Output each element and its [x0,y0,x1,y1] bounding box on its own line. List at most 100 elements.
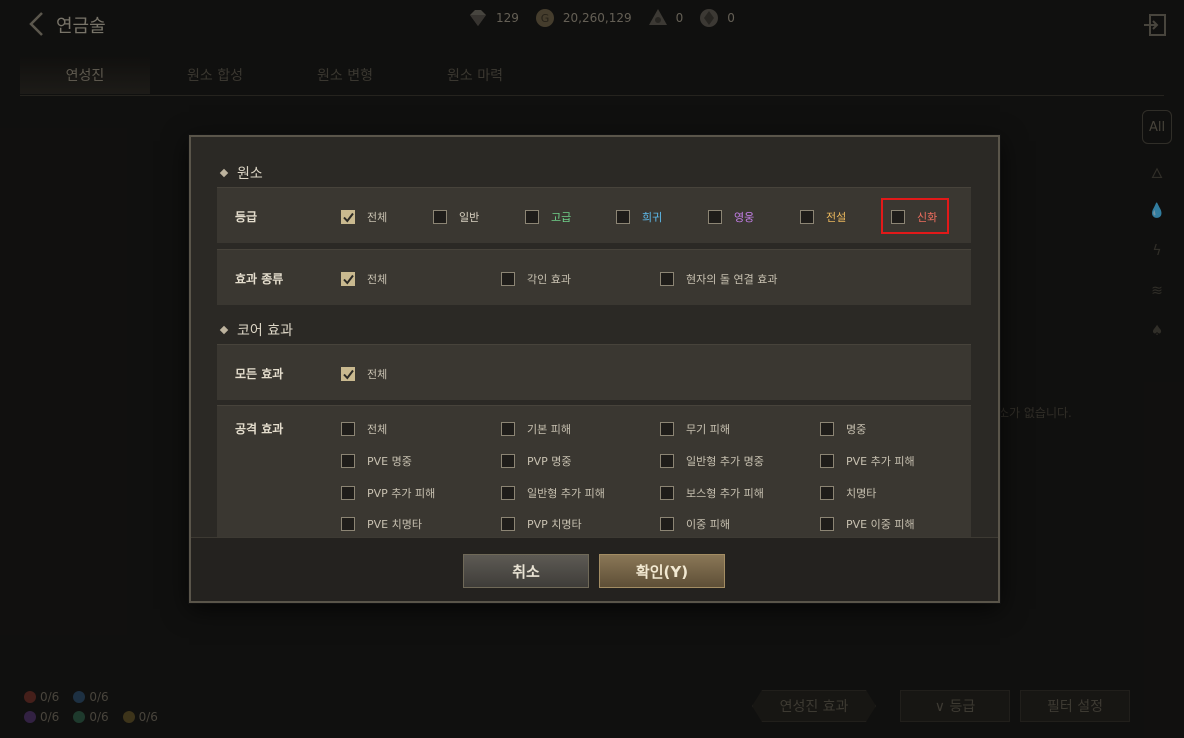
grade-option-all[interactable]: 전체 [341,209,387,225]
check-icon [342,274,354,285]
all-effects-label: 모든 효과 [235,367,284,381]
attack-option[interactable]: PVE 치명타 [341,516,422,532]
attack-option[interactable]: 이중 피해 [660,516,730,532]
attack-option[interactable]: 전체 [341,421,387,437]
effect-type-option-engraving[interactable]: 각인 효과 [501,271,571,287]
checkbox[interactable] [820,454,834,468]
grade-row: 등급 전체 일반 고급 희귀 영웅 전설 신화 [217,187,971,243]
checkbox[interactable] [660,454,674,468]
grade-option-hero[interactable]: 영웅 [708,209,754,225]
option-label: 전체 [367,368,388,381]
option-label: 각인 효과 [527,273,571,286]
option-label: 일반 [459,211,480,224]
checkbox[interactable] [501,486,515,500]
checkbox[interactable] [501,422,515,436]
attack-effects-row: 공격 효과 전체 기본 피해 무기 피해 명중 PVE 명중 PVP 명중 일반… [217,405,971,537]
option-label: 전체 [367,273,388,286]
checkbox[interactable] [501,272,515,286]
attack-option[interactable]: PVP 추가 피해 [341,485,435,501]
option-label: 무기 피해 [686,423,730,436]
option-label: PVE 명중 [367,455,412,468]
option-label: 기본 피해 [527,423,571,436]
attack-option[interactable]: 일반형 추가 명중 [660,453,764,469]
attack-option[interactable]: 일반형 추가 피해 [501,485,605,501]
checkbox[interactable] [820,486,834,500]
option-label: 치명타 [846,487,877,500]
attack-option[interactable]: 명중 [820,421,866,437]
effect-type-row: 효과 종류 전체 각인 효과 현자의 돌 연결 효과 [217,249,971,305]
option-label: 명중 [846,423,867,436]
all-effects-row: 모든 효과 전체 [217,344,971,400]
checkbox[interactable] [820,517,834,531]
option-label: 영웅 [734,211,755,224]
checkbox[interactable] [433,210,447,224]
option-label: 이중 피해 [686,518,730,531]
all-effects-option-all[interactable]: 전체 [341,366,387,382]
option-label: PVE 추가 피해 [846,455,915,468]
section-element-title: 원소 [219,163,263,183]
cancel-button[interactable]: 취소 [463,554,589,588]
attack-option[interactable]: 보스형 추가 피해 [660,485,764,501]
option-label: 희귀 [642,211,663,224]
option-label: PVP 명중 [527,455,572,468]
section-label: 원소 [237,166,263,182]
option-label: PVE 치명타 [367,518,422,531]
effect-type-label: 효과 종류 [235,272,284,286]
option-label: PVP 추가 피해 [367,487,436,500]
attack-option[interactable]: 치명타 [820,485,876,501]
effect-type-option-stone-link[interactable]: 현자의 돌 연결 효과 [660,271,777,287]
checkbox[interactable] [525,210,539,224]
attack-option[interactable]: PVP 명중 [501,453,572,469]
option-label: 전체 [367,211,388,224]
checkbox[interactable] [501,454,515,468]
checkbox[interactable] [341,517,355,531]
option-label: 현자의 돌 연결 효과 [686,273,778,286]
filter-modal: 원소 등급 전체 일반 고급 희귀 영웅 전설 신화 효과 종류 전체 각인 효… [189,135,1000,603]
checkbox[interactable] [341,422,355,436]
attack-effects-label: 공격 효과 [235,422,284,436]
filter-modal-body: 원소 등급 전체 일반 고급 희귀 영웅 전설 신화 효과 종류 전체 각인 효… [191,137,998,537]
grade-option-advanced[interactable]: 고급 [525,209,571,225]
check-icon [342,212,354,223]
attack-option[interactable]: 기본 피해 [501,421,571,437]
checkbox[interactable] [616,210,630,224]
checkbox[interactable] [501,517,515,531]
checkbox[interactable] [660,422,674,436]
checkbox[interactable] [660,517,674,531]
checkbox[interactable] [341,454,355,468]
checkbox[interactable] [660,272,674,286]
grade-option-legend[interactable]: 전설 [800,209,846,225]
option-label: 전체 [367,423,388,436]
check-icon [342,369,354,380]
option-label: PVE 이중 피해 [846,518,915,531]
checkbox[interactable] [341,367,355,381]
checkbox[interactable] [341,210,355,224]
option-label: 전설 [826,211,847,224]
grade-label: 등급 [235,210,258,224]
option-label: 고급 [551,211,572,224]
checkbox[interactable] [341,272,355,286]
grade-option-general[interactable]: 일반 [433,209,479,225]
checkbox[interactable] [660,486,674,500]
section-label: 코어 효과 [237,323,293,339]
highlight-box [881,198,949,234]
option-label: PVP 치명타 [527,518,582,531]
attack-option[interactable]: PVE 추가 피해 [820,453,915,469]
option-label: 일반형 추가 명중 [686,455,764,468]
checkbox[interactable] [800,210,814,224]
option-label: 보스형 추가 피해 [686,487,764,500]
attack-option[interactable]: PVE 명중 [341,453,412,469]
attack-option[interactable]: 무기 피해 [660,421,730,437]
attack-option[interactable]: PVE 이중 피해 [820,516,915,532]
checkbox[interactable] [341,486,355,500]
effect-type-option-all[interactable]: 전체 [341,271,387,287]
grade-option-rare[interactable]: 희귀 [616,209,662,225]
checkbox[interactable] [708,210,722,224]
checkbox[interactable] [820,422,834,436]
bullet-icon [219,168,229,178]
attack-option[interactable]: PVP 치명타 [501,516,582,532]
section-core-title: 코어 효과 [219,320,293,340]
modal-footer: 취소 확인(Y) [191,537,998,601]
bullet-icon [219,325,229,335]
confirm-button[interactable]: 확인(Y) [599,554,725,588]
